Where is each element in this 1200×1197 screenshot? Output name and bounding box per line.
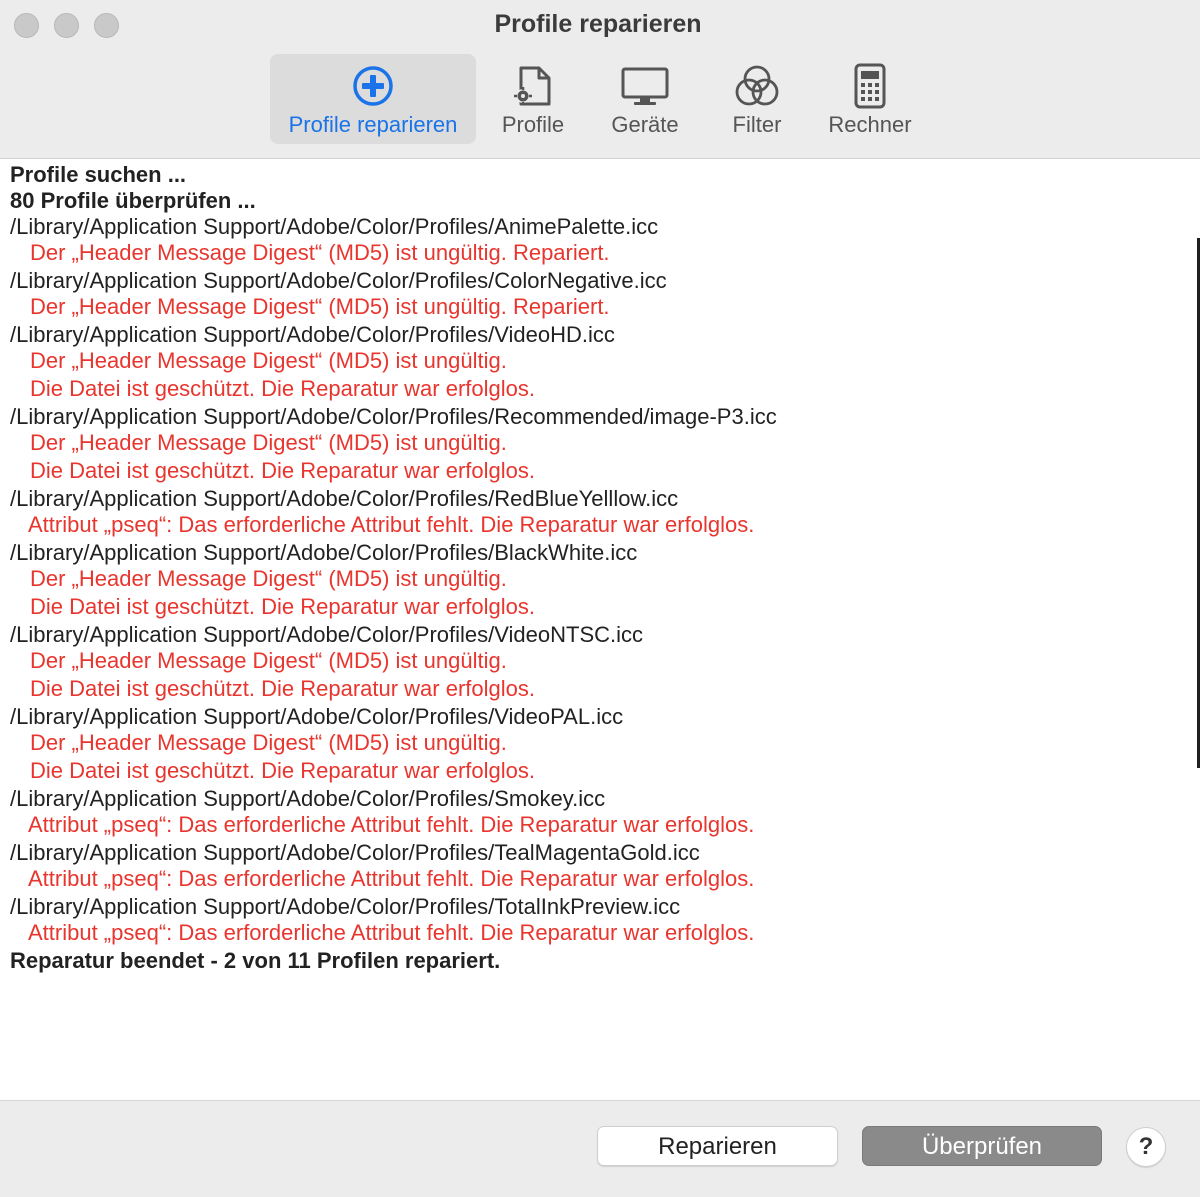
repair-profiles-window: Profile reparieren Profile reparieren Pr… (0, 0, 1200, 1197)
log-error-line: Der „Header Message Digest“ (MD5) ist un… (30, 730, 507, 755)
log-error-line: Der „Header Message Digest“ (MD5) ist un… (30, 294, 610, 319)
log-error-line: Der „Header Message Digest“ (MD5) ist un… (30, 648, 507, 673)
log-line: /Library/Application Support/Adobe/Color… (10, 404, 777, 429)
log-error-line: Der „Header Message Digest“ (MD5) ist un… (30, 348, 507, 373)
log-error-line: Die Datei ist geschützt. Die Reparatur w… (30, 458, 535, 483)
tab-label: Profile reparieren (288, 112, 458, 137)
tab-profile[interactable]: Profile (488, 54, 578, 144)
log-error-line: Attribut „pseq“: Das erforderliche Attri… (28, 920, 755, 945)
tab-label: Filter (732, 112, 782, 137)
log-error-line: Die Datei ist geschützt. Die Reparatur w… (30, 376, 535, 401)
tab-label: Profile (501, 112, 565, 137)
log-error-line: Attribut „pseq“: Das erforderliche Attri… (28, 512, 755, 537)
log-line: /Library/Application Support/Adobe/Color… (10, 840, 700, 865)
log-line: /Library/Application Support/Adobe/Color… (10, 786, 606, 811)
plus-circle-icon (353, 66, 393, 106)
calculator-icon (854, 63, 886, 109)
log-line: 80 Profile überprüfen ... (10, 188, 256, 213)
log-error-line: Attribut „pseq“: Das erforderliche Attri… (28, 812, 755, 837)
tab-profile-reparieren[interactable]: Profile reparieren (270, 54, 476, 144)
tab-label: Rechner (828, 112, 912, 137)
log-line: /Library/Application Support/Adobe/Color… (10, 268, 667, 293)
log-line: /Library/Application Support/Adobe/Color… (10, 894, 681, 919)
color-circles-icon (735, 65, 779, 106)
log-line: /Library/Application Support/Adobe/Color… (10, 540, 638, 565)
window-title: Profile reparieren (494, 10, 702, 38)
tab-filter[interactable]: Filter (712, 54, 802, 144)
title-bar: Profile reparieren Profile reparieren Pr… (0, 0, 1200, 159)
help-button[interactable]: ? (1126, 1127, 1166, 1167)
monitor-icon (621, 67, 669, 105)
log-line: /Library/Application Support/Adobe/Color… (10, 622, 644, 647)
log-error-line: Der „Header Message Digest“ (MD5) ist un… (30, 430, 507, 455)
check-button[interactable]: Überprüfen (862, 1126, 1102, 1166)
log-output[interactable]: Profile suchen ... 80 Profile überprüfen… (0, 159, 1200, 1099)
log-error-line: Die Datei ist geschützt. Die Reparatur w… (30, 594, 535, 619)
log-line: /Library/Application Support/Adobe/Color… (10, 322, 615, 347)
tab-geraete[interactable]: Geräte (600, 54, 690, 144)
log-error-line: Der „Header Message Digest“ (MD5) ist un… (30, 240, 610, 265)
log-error-line: Die Datei ist geschützt. Die Reparatur w… (30, 676, 535, 701)
log-line: /Library/Application Support/Adobe/Color… (10, 704, 624, 729)
log-error-line: Die Datei ist geschützt. Die Reparatur w… (30, 758, 535, 783)
tab-rechner[interactable]: Rechner (822, 54, 918, 144)
repair-button[interactable]: Reparieren (597, 1126, 838, 1166)
log-line: /Library/Application Support/Adobe/Color… (10, 214, 659, 239)
footer-bar: Reparieren Überprüfen ? (0, 1100, 1200, 1197)
log-error-line: Attribut „pseq“: Das erforderliche Attri… (28, 866, 755, 891)
log-summary-line: Reparatur beendet - 2 von 11 Profilen re… (10, 948, 501, 973)
document-gear-icon (514, 66, 551, 106)
log-error-line: Der „Header Message Digest“ (MD5) ist un… (30, 566, 507, 591)
tab-label: Geräte (611, 112, 679, 137)
log-line: Profile suchen ... (10, 162, 187, 187)
log-line: /Library/Application Support/Adobe/Color… (10, 486, 679, 511)
